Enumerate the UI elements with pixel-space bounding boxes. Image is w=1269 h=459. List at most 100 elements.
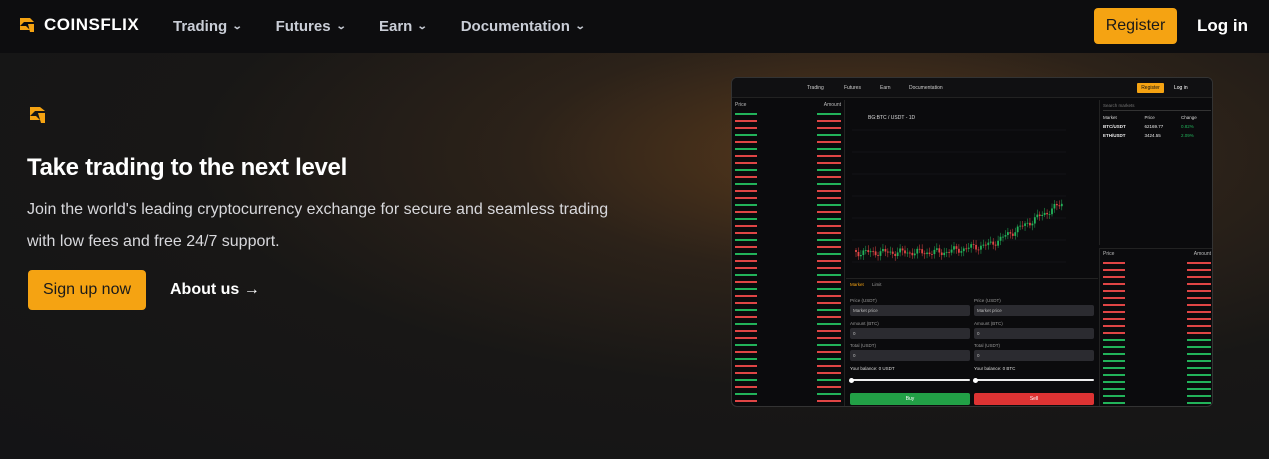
amount-label: Amount (BTC) [850,321,879,326]
ob-row [1100,343,1212,350]
menu-documentation[interactable]: Documentation ⌄ [461,18,586,35]
ob-row [732,145,844,152]
ob-row [1100,357,1212,364]
tab-market: Market [850,282,864,287]
candle-body [872,251,875,253]
candle-body [1058,205,1061,207]
ob-row [1100,385,1212,392]
signup-button[interactable]: Sign up now [28,270,146,310]
about-us-link[interactable]: About us → [170,281,260,299]
ob-row [732,334,844,341]
menu-futures[interactable]: Futures ⌄ [275,18,347,35]
brand-logo[interactable]: COINSFLIX [16,14,139,36]
login-link[interactable]: Log in [1197,16,1248,36]
preview-nav-futures: Futures [844,85,861,91]
menu-earn-label: Earn [378,18,413,35]
market-row-eth-change: 2.09% [1181,133,1194,138]
candle-body [965,248,968,250]
candle-body [886,251,889,253]
candle-body [950,249,953,253]
preview-orderbook-right: Price Amount [1099,248,1212,406]
pair-title: BG:BTC / USDT - 1D [868,115,916,121]
menu-futures-label: Futures [275,18,331,35]
candle-body [1014,232,1017,236]
preview-markets: Search markets Market Price Change BTC/USD… [1099,100,1212,245]
candle-body [943,252,946,256]
candle-body [1009,232,1012,234]
candle-body [1031,223,1034,226]
ob-row [732,383,844,390]
register-button[interactable]: Register [1094,8,1177,44]
candle-body [909,252,911,254]
ob-row [732,299,844,306]
candle-body [948,251,950,253]
total-input-right: 0 [974,350,1094,361]
main-menu: Trading ⌄ Futures ⌄ Earn ⌄ Documentation ⌄ [173,0,618,53]
ob-row [732,229,844,236]
ob-row [1100,308,1212,315]
ob-row [732,173,844,180]
candle-body [1021,225,1024,227]
candle-body [928,252,931,255]
preview-register: Register [1137,83,1164,93]
amount-label-right: Amount (BTC) [974,321,1003,326]
candle-body [879,251,882,256]
ob-row [1100,378,1212,385]
candlestick-chart [852,129,1066,263]
mh-change: Change [1181,115,1197,120]
ob-row [732,201,844,208]
market-row-btc-price: 62169.77 [1144,124,1164,129]
candle-body [1033,217,1036,224]
amount-slider-right [973,377,1094,383]
candle-body [975,244,977,250]
candle-body [896,252,899,257]
candle-body [918,248,921,250]
ob-row [732,397,844,404]
menu-earn[interactable]: Earn ⌄ [378,18,428,35]
candle-body [1011,233,1014,236]
candle-body [980,245,982,250]
candle-body [1060,203,1063,207]
candle-body [1019,225,1022,227]
preview-sell-button: Sell [974,393,1094,405]
chevron-down-icon: ⌄ [417,21,428,32]
ob-row [732,236,844,243]
ob-row [732,390,844,397]
coinsflix-logo-icon [20,18,34,32]
candle-body [869,251,872,253]
candle-body [1043,212,1046,215]
ob-row [732,117,844,124]
candle-body [913,253,916,256]
preview-orderbook-left: Price Amount [732,100,845,406]
candle-body [958,248,960,253]
candle-body [1048,214,1051,216]
ob2-head-price: Price [1103,251,1115,257]
ob-row [732,355,844,362]
ob-row [732,362,844,369]
ob-row [1100,329,1212,336]
candle-body [940,252,943,256]
candle-body [862,250,865,255]
ob-row [1100,273,1212,280]
chevron-down-icon: ⌄ [335,21,347,32]
menu-trading[interactable]: Trading ⌄ [173,18,243,35]
ob-row [1100,350,1212,357]
ob-row [732,376,844,383]
candle-body [864,250,867,251]
preview-price-chart: BG:BTC / USDT - 1D [846,100,1098,278]
candle-body [923,253,926,255]
ob-row [1100,364,1212,371]
market-search: Search markets [1103,103,1211,111]
market-row-eth-name: ETH/USDT [1103,133,1126,138]
ob-row [732,285,844,292]
ob-row [732,264,844,271]
app-preview: Trading Futures Earn Documentation Regis… [731,77,1213,407]
candle-body [906,252,909,254]
candle-body [899,248,901,253]
candle-body [855,250,857,252]
preview-login: Log in [1174,85,1188,91]
candle-body [938,248,941,253]
candle-body [921,249,924,254]
candle-body [1056,203,1058,206]
ob-row [732,271,844,278]
